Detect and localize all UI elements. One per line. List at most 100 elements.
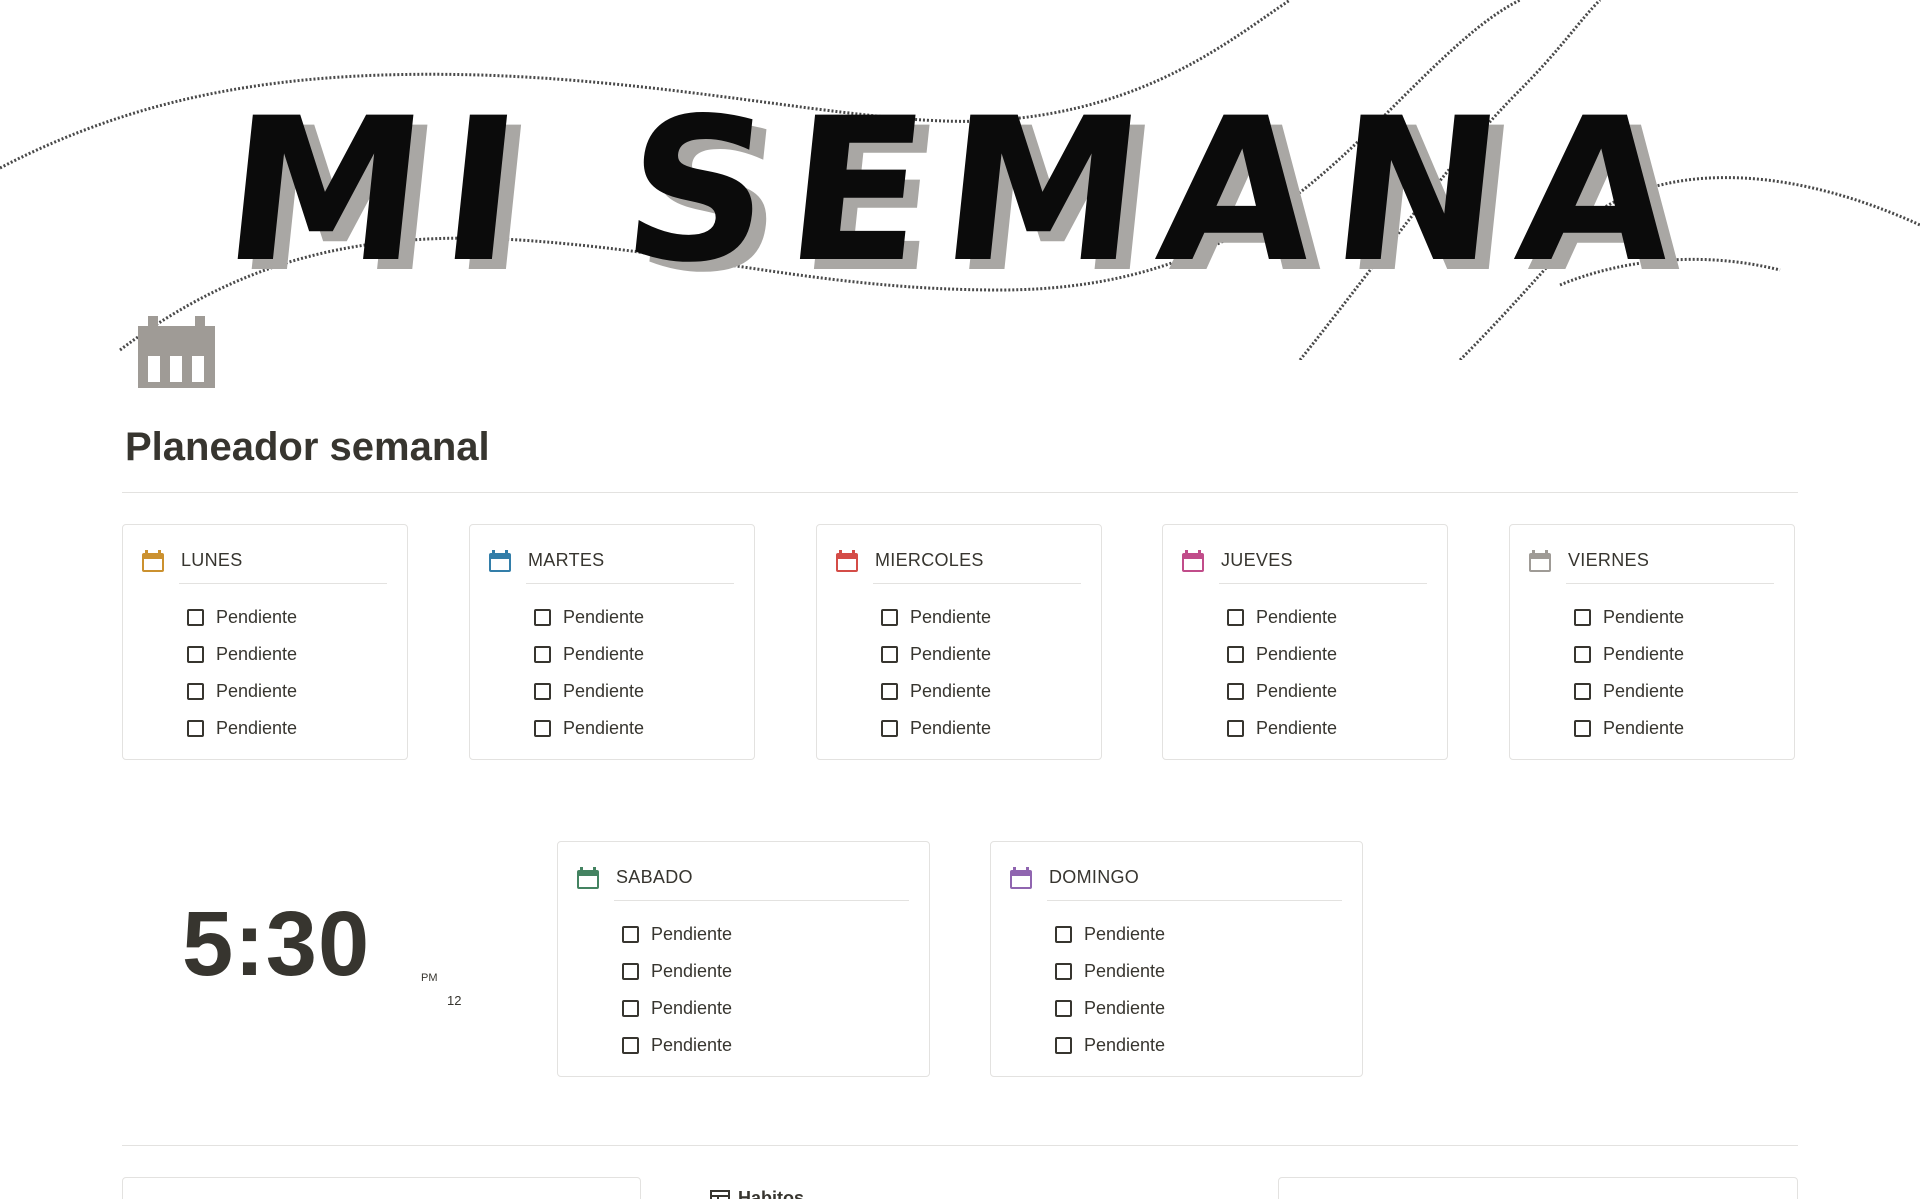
todo-label[interactable]: Pendiente [910, 644, 991, 665]
todo-label[interactable]: Pendiente [1603, 607, 1684, 628]
todo-checkbox[interactable] [1574, 609, 1591, 626]
todo-checkbox[interactable] [622, 963, 639, 980]
todo-checkbox[interactable] [1055, 1000, 1072, 1017]
todo-item: Pendiente [1574, 636, 1684, 673]
clock-time: 5:30 [182, 893, 371, 995]
day-header: SABADO [576, 864, 909, 901]
divider [1566, 583, 1774, 584]
todo-item: Pendiente [881, 636, 991, 673]
todo-item: Pendiente [1055, 953, 1165, 990]
habits-view-tab[interactable]: Habitos [710, 1188, 804, 1199]
todo-checkbox[interactable] [534, 683, 551, 700]
todo-label[interactable]: Pendiente [651, 961, 732, 982]
todo-checkbox[interactable] [1574, 646, 1591, 663]
todo-label[interactable]: Pendiente [216, 718, 297, 739]
divider [873, 583, 1081, 584]
todo-checkbox[interactable] [534, 609, 551, 626]
todo-item: Pendiente [622, 916, 732, 953]
todo-label[interactable]: Pendiente [651, 1035, 732, 1056]
todo-checkbox[interactable] [1055, 1037, 1072, 1054]
todo-item: Pendiente [1227, 636, 1337, 673]
todo-label[interactable]: Pendiente [216, 607, 297, 628]
todo-label[interactable]: Pendiente [1603, 644, 1684, 665]
todo-label[interactable]: Pendiente [1256, 681, 1337, 702]
todo-label[interactable]: Pendiente [1084, 961, 1165, 982]
day-name[interactable]: VIERNES [1568, 550, 1649, 571]
todo-label[interactable]: Pendiente [1084, 924, 1165, 945]
notion-page: MI SEMANA MI SEMANA Planeador semanal LU… [0, 0, 1920, 1199]
todo-checkbox[interactable] [1574, 720, 1591, 737]
task-list: Pendiente Pendiente Pendiente Pendiente [881, 599, 991, 747]
todo-item: Pendiente [1055, 990, 1165, 1027]
clock-format: 12 [447, 993, 462, 1008]
todo-label[interactable]: Pendiente [216, 681, 297, 702]
day-card-domingo: DOMINGO Pendiente Pendiente Pendiente Pendie… [990, 841, 1363, 1077]
day-name[interactable]: SABADO [616, 867, 693, 888]
habits-label: Habitos [738, 1187, 805, 1199]
day-name[interactable]: MIERCOLES [875, 550, 984, 571]
calendar-icon [835, 549, 859, 573]
todo-item: Pendiente [534, 599, 644, 636]
todo-checkbox[interactable] [187, 646, 204, 663]
day-header: JUEVES [1181, 547, 1427, 584]
todo-label[interactable]: Pendiente [1084, 1035, 1165, 1056]
todo-label[interactable]: Pendiente [563, 644, 644, 665]
todo-item: Pendiente [534, 636, 644, 673]
day-header: LUNES [141, 547, 387, 584]
todo-checkbox[interactable] [534, 720, 551, 737]
todo-checkbox[interactable] [1227, 646, 1244, 663]
task-list: Pendiente Pendiente Pendiente Pendiente [1227, 599, 1337, 747]
task-list: Pendiente Pendiente Pendiente Pendiente [622, 916, 732, 1064]
divider [1219, 583, 1427, 584]
todo-checkbox[interactable] [622, 926, 639, 943]
todo-label[interactable]: Pendiente [1256, 607, 1337, 628]
calendar-icon[interactable] [138, 316, 215, 388]
todo-item: Pendiente [1574, 673, 1684, 710]
todo-checkbox[interactable] [1574, 683, 1591, 700]
day-name[interactable]: MARTES [528, 550, 604, 571]
todo-label[interactable]: Pendiente [910, 681, 991, 702]
todo-label[interactable]: Pendiente [1603, 718, 1684, 739]
todo-checkbox[interactable] [881, 646, 898, 663]
todo-label[interactable]: Pendiente [651, 924, 732, 945]
todo-checkbox[interactable] [881, 683, 898, 700]
day-header: MARTES [488, 547, 734, 584]
todo-checkbox[interactable] [622, 1000, 639, 1017]
todo-checkbox[interactable] [187, 720, 204, 737]
todo-item: Pendiente [187, 599, 297, 636]
task-list: Pendiente Pendiente Pendiente Pendiente [1574, 599, 1684, 747]
calendar-icon [141, 549, 165, 573]
todo-label[interactable]: Pendiente [1256, 718, 1337, 739]
todo-checkbox[interactable] [187, 683, 204, 700]
day-card-viernes: VIERNES Pendiente Pendiente Pendiente Pendie… [1509, 524, 1795, 760]
todo-label[interactable]: Pendiente [651, 998, 732, 1019]
todo-checkbox[interactable] [187, 609, 204, 626]
todo-checkbox[interactable] [1227, 609, 1244, 626]
todo-item: Pendiente [622, 953, 732, 990]
todo-label[interactable]: Pendiente [216, 644, 297, 665]
todo-checkbox[interactable] [881, 609, 898, 626]
day-name[interactable]: LUNES [181, 550, 243, 571]
todo-checkbox[interactable] [1055, 926, 1072, 943]
todo-label[interactable]: Pendiente [1603, 681, 1684, 702]
todo-checkbox[interactable] [1055, 963, 1072, 980]
todo-checkbox[interactable] [622, 1037, 639, 1054]
todo-checkbox[interactable] [534, 646, 551, 663]
todo-label[interactable]: Pendiente [563, 718, 644, 739]
todo-item: Pendiente [881, 599, 991, 636]
day-name[interactable]: DOMINGO [1049, 867, 1139, 888]
calendar-icon [576, 866, 600, 890]
todo-label[interactable]: Pendiente [910, 718, 991, 739]
day-name[interactable]: JUEVES [1221, 550, 1293, 571]
todo-checkbox[interactable] [1227, 683, 1244, 700]
page-title[interactable]: Planeador semanal [125, 425, 490, 470]
todo-label[interactable]: Pendiente [910, 607, 991, 628]
todo-item: Pendiente [187, 710, 297, 747]
day-card-jueves: JUEVES Pendiente Pendiente Pendiente Pendien… [1162, 524, 1448, 760]
todo-checkbox[interactable] [881, 720, 898, 737]
todo-label[interactable]: Pendiente [1256, 644, 1337, 665]
todo-label[interactable]: Pendiente [1084, 998, 1165, 1019]
todo-checkbox[interactable] [1227, 720, 1244, 737]
todo-label[interactable]: Pendiente [563, 681, 644, 702]
todo-label[interactable]: Pendiente [563, 607, 644, 628]
